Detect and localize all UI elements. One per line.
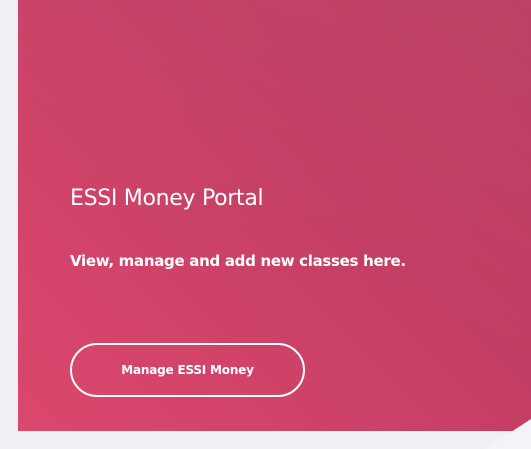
- page: ESSI Money Portal View, manage and add n…: [0, 0, 531, 449]
- corner-fold-shape: [485, 419, 531, 449]
- essi-money-card: ESSI Money Portal View, manage and add n…: [18, 0, 531, 431]
- card-subtitle: View, manage and add new classes here.: [70, 252, 406, 270]
- card-title: ESSI Money Portal: [70, 186, 264, 211]
- manage-essi-money-button[interactable]: Manage ESSI Money: [70, 343, 305, 397]
- page-corner-fold: [471, 419, 531, 449]
